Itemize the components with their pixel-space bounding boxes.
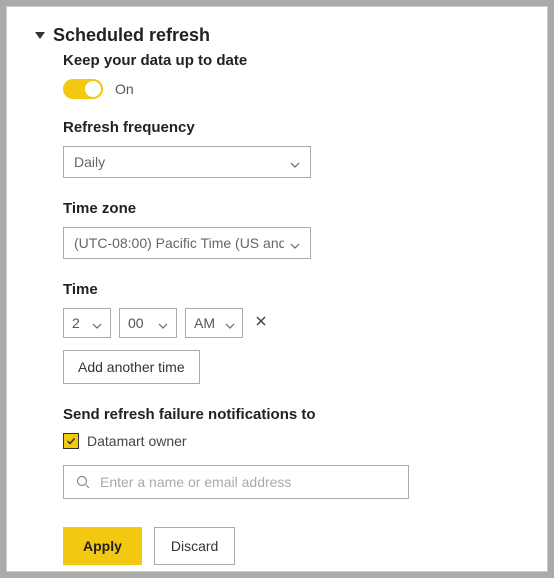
notify-label: Send refresh failure notifications to [63,406,499,423]
toggle-state-label: On [115,81,134,97]
chevron-down-icon [225,318,235,328]
minute-select[interactable]: 00 [119,308,177,338]
timezone-select[interactable]: (UTC-08:00) Pacific Time (US and Canada) [63,227,311,259]
notify-search-wrapper[interactable] [63,465,409,499]
section-header[interactable]: Scheduled refresh [35,25,499,46]
chevron-down-icon [158,318,168,328]
keep-data-toggle[interactable] [63,79,103,99]
collapse-caret-icon [35,32,45,39]
search-icon [76,475,90,489]
owner-checkbox[interactable] [63,433,79,449]
ampm-value: AM [194,315,215,331]
add-time-button[interactable]: Add another time [63,350,200,384]
check-icon [66,436,76,446]
chevron-down-icon [290,157,300,167]
scheduled-refresh-panel: Scheduled refresh Keep your data up to d… [6,6,548,572]
chevron-down-icon [92,318,102,328]
frequency-label: Refresh frequency [63,119,499,136]
chevron-down-icon [290,238,300,248]
timezone-value: (UTC-08:00) Pacific Time (US and Canada) [74,235,284,251]
discard-button[interactable]: Discard [154,527,235,565]
minute-value: 00 [128,315,144,331]
timezone-label: Time zone [63,200,499,217]
ampm-select[interactable]: AM [185,308,243,338]
time-label: Time [63,281,499,298]
section-title: Scheduled refresh [53,25,210,46]
frequency-value: Daily [74,154,105,170]
frequency-select[interactable]: Daily [63,146,311,178]
keep-data-label: Keep your data up to date [63,52,499,69]
hour-select[interactable]: 2 [63,308,111,338]
owner-checkbox-label: Datamart owner [87,433,187,449]
toggle-knob-icon [85,81,101,97]
apply-button[interactable]: Apply [63,527,142,565]
notify-search-input[interactable] [100,474,396,490]
hour-value: 2 [72,315,80,331]
remove-time-button[interactable] [251,314,271,332]
